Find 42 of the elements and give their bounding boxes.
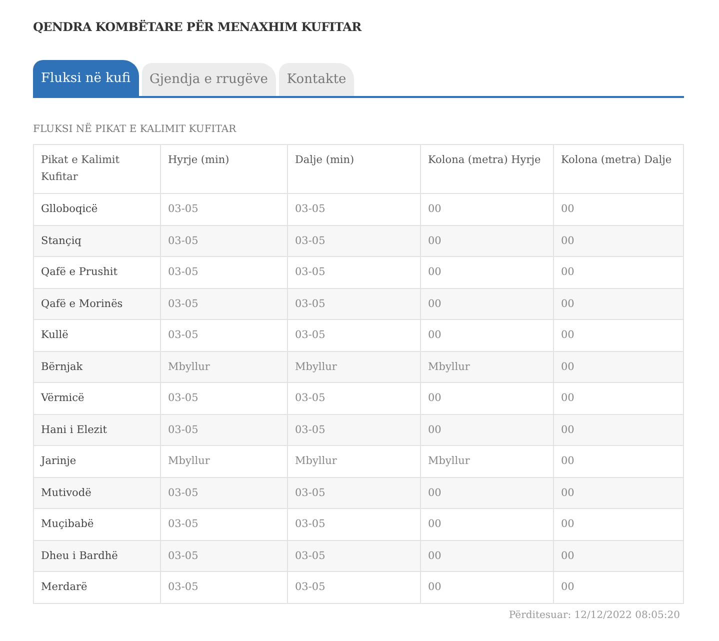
table-cell: 00: [554, 446, 684, 477]
table-cell: Mbyllur: [288, 446, 420, 477]
table-cell: 00: [420, 194, 554, 225]
table-cell: 00: [554, 194, 684, 225]
table-cell: Mbyllur: [420, 446, 554, 477]
table-cell: Vërmicë: [34, 382, 160, 414]
table-cell: 00: [554, 320, 684, 351]
table-cell: 00: [554, 572, 684, 603]
updated-timestamp: Përditesuar: 12/12/2022 08:05:20: [508, 610, 680, 620]
column-header: Pikat e Kalimit Kufitar: [34, 144, 160, 194]
tab[interactable]: Kontakte: [278, 63, 354, 96]
table-cell: 00: [420, 572, 554, 603]
tab[interactable]: Gjendja e rrugëve: [142, 63, 276, 96]
table-cell: 00: [554, 382, 684, 414]
table-cell: 00: [420, 256, 554, 288]
table-cell: 03-05: [160, 194, 288, 225]
table-cell: 03-05: [288, 382, 420, 414]
table-cell: 03-05: [288, 256, 420, 288]
table-cell: Merdarë: [34, 572, 160, 603]
table-cell: 00: [420, 320, 554, 351]
table-cell: Qafë e Prushit: [34, 256, 160, 288]
table-cell: Muçibabë: [34, 508, 160, 540]
table-cell: Mbyllur: [160, 446, 288, 477]
table-cell: 03-05: [160, 320, 288, 351]
table-cell: 03-05: [160, 572, 288, 603]
table-cell: 00: [554, 256, 684, 288]
table-cell: 03-05: [160, 256, 288, 288]
table-cell: Glloboqicë: [34, 194, 160, 225]
table-cell: 00: [420, 508, 554, 540]
section-title: FLUKSI NË PIKAT E KALIMIT KUFITAR: [33, 124, 238, 135]
table-cell: 03-05: [288, 508, 420, 540]
table-cell: Jarinje: [34, 446, 160, 477]
table-cell: 00: [554, 508, 684, 540]
table-cell: 03-05: [288, 572, 420, 603]
table-cell: 03-05: [160, 508, 288, 540]
table-cell: 00: [420, 382, 554, 414]
table-cell: 03-05: [160, 382, 288, 414]
table-cell: Kullë: [34, 320, 160, 351]
page-title: QENDRA KOMBËTARE PËR MENAXHIM KUFITAR: [33, 20, 363, 34]
table-cell: 03-05: [288, 194, 420, 225]
table-cell: 03-05: [288, 320, 420, 351]
tab[interactable]: Fluksi në kufi: [33, 60, 139, 96]
